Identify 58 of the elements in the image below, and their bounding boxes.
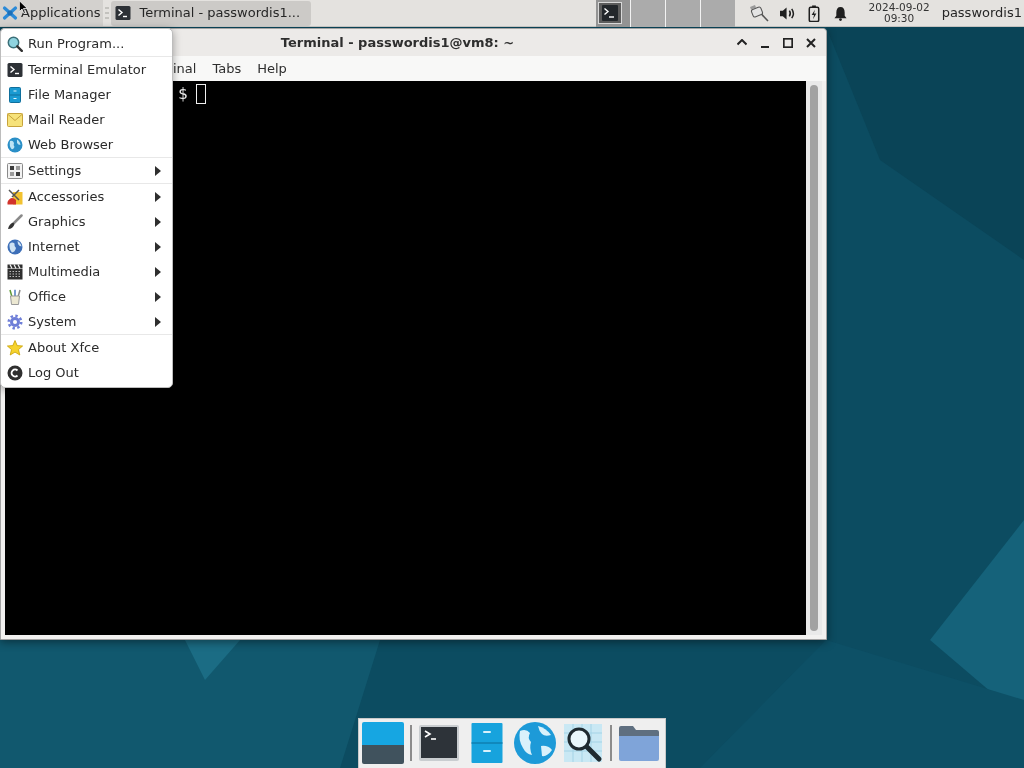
bell-icon (833, 5, 847, 21)
drag-handle-icon (105, 7, 110, 19)
caret-up-icon (736, 39, 747, 46)
menu-item[interactable]: System (1, 309, 172, 334)
minimize-icon (760, 45, 769, 48)
terminal-icon (418, 724, 460, 762)
file-cabinet-icon (471, 722, 503, 764)
taskbar-button[interactable]: Terminal - passwordis1... (111, 0, 312, 26)
user-name[interactable]: passwordis1 (941, 3, 1022, 23)
clock-date: 2024-09-02 (868, 2, 930, 13)
menu-item[interactable]: Multimedia (1, 259, 172, 284)
window-title: Terminal - passwordis1@vm8: ~ (280, 33, 515, 52)
scrollbar-thumb[interactable] (810, 85, 818, 631)
menu-item[interactable]: Terminal Emulator (1, 57, 172, 82)
tools-icon (7, 188, 23, 205)
globe-icon (514, 722, 556, 764)
workspace-button[interactable] (595, 0, 630, 27)
menu-bar-item[interactable]: Help (257, 58, 287, 79)
menu-item[interactable]: Accessories (1, 184, 172, 209)
clock-time: 09:30 (883, 13, 915, 24)
control-panel-icon (7, 162, 23, 179)
logout-icon (7, 364, 23, 381)
menu-bar-item[interactable]: inal (173, 58, 197, 79)
volume-icon (778, 5, 796, 21)
search-icon (562, 722, 604, 764)
prompt-text: $ (178, 84, 188, 104)
logo-icon (2, 5, 18, 21)
globe-icon (7, 136, 23, 153)
file-cabinet-icon (9, 86, 21, 103)
search-icon (7, 35, 23, 52)
menu-item[interactable]: Web Browser (1, 132, 172, 157)
applications-menu-button[interactable]: Applications (0, 0, 104, 26)
menu-bar-item[interactable]: Tabs (212, 58, 242, 79)
menu-item[interactable]: Run Program... (1, 31, 172, 56)
maximize-icon (782, 37, 793, 48)
folder-icon (618, 724, 660, 762)
clapperboard-icon (7, 263, 23, 280)
menu-item[interactable]: Log Out (1, 360, 172, 385)
terminal-icon (7, 61, 23, 78)
star-icon (7, 339, 23, 356)
show-desktop-button[interactable] (359, 719, 407, 767)
menu-item[interactable]: Graphics (1, 209, 172, 234)
menu-item[interactable]: About Xfce (1, 335, 172, 360)
globe-icon (7, 238, 23, 255)
battery-icon (807, 4, 820, 22)
gear-icon (7, 313, 23, 330)
menu-item[interactable]: Office (1, 284, 172, 309)
close-icon (805, 37, 816, 48)
terminal-icon (115, 5, 132, 21)
desktop-icon (362, 722, 404, 764)
menu-item[interactable]: Internet (1, 234, 172, 259)
menu-item[interactable]: File Manager (1, 82, 172, 107)
brush-icon (7, 213, 23, 230)
text-cursor (195, 84, 206, 104)
envelope-icon (7, 112, 23, 127)
menu-item[interactable]: Settings (1, 158, 172, 183)
pencil-cup-icon (7, 288, 23, 305)
menu-item[interactable]: Mail Reader (1, 107, 172, 132)
